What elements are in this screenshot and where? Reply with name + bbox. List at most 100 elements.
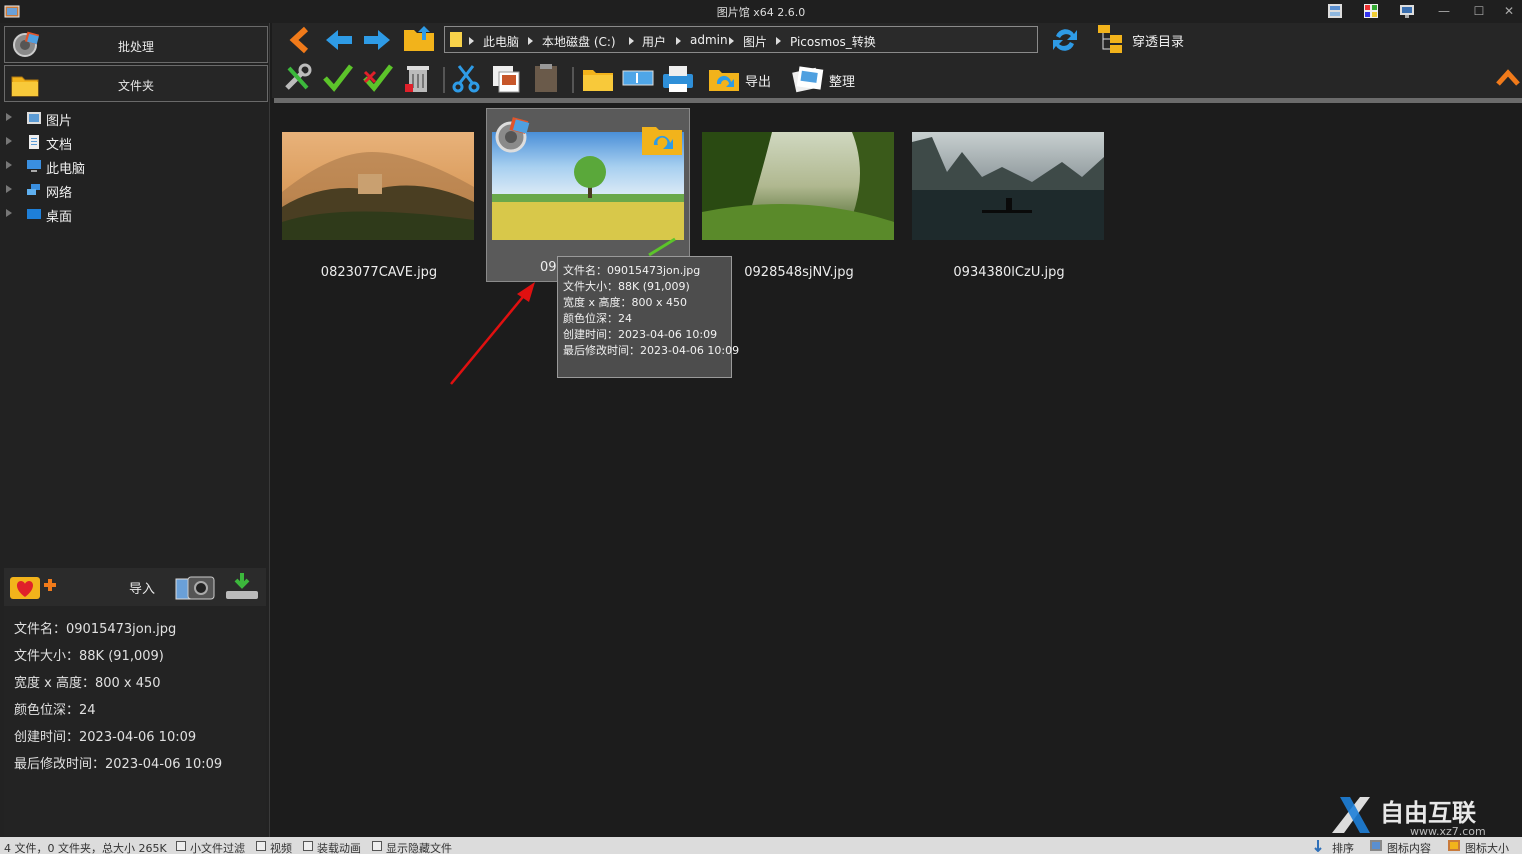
copy-icon[interactable] (489, 62, 523, 94)
breadcrumb-separator[interactable] (469, 37, 474, 45)
title-bar: 图片馆 x64 2.6.0 — ☐ ✕ (0, 0, 1522, 23)
export-icon[interactable] (707, 62, 741, 94)
breadcrumb-separator[interactable] (528, 37, 533, 45)
check-remove-icon[interactable] (361, 62, 395, 94)
tools-icon[interactable] (281, 62, 315, 94)
tree-item-label: 图片 (46, 114, 73, 129)
info-modified: 最后修改时间：2023-04-06 10:09 (14, 757, 223, 772)
file-info-panel: 文件名：09015473jon.jpg 文件大小：88K (91,009) 宽度… (4, 606, 266, 836)
tree-item-desktop[interactable]: 桌面 (6, 202, 266, 226)
expand-arrow-icon[interactable] (6, 113, 12, 121)
import-label: 导入 (129, 582, 156, 597)
palette-icon[interactable] (1362, 2, 1380, 20)
download-import-icon[interactable] (224, 571, 260, 603)
breadcrumb-separator[interactable] (676, 37, 681, 45)
video-checkbox[interactable] (256, 841, 266, 851)
folder-rotate-overlay-icon[interactable] (640, 119, 684, 157)
watermark-url: www.xz7.com (1410, 825, 1486, 837)
expand-arrow-icon[interactable] (6, 161, 12, 169)
batch-gear-overlay-icon[interactable] (491, 115, 535, 155)
info-dimensions: 宽度 x 高度：800 x 450 (14, 676, 161, 691)
small-file-filter-label[interactable]: 小文件过滤 (190, 840, 245, 854)
print-icon[interactable] (661, 62, 695, 94)
tree-item-label: 文档 (46, 138, 73, 153)
folder-button[interactable]: 文件夹 (4, 65, 268, 102)
thumbnail-image[interactable] (702, 132, 894, 240)
tree-item-documents[interactable]: 文档 (6, 130, 266, 154)
tooltip-filename: 文件名：09015473jon.jpg (563, 264, 701, 277)
breadcrumb-this-pc[interactable]: 此电脑 (483, 33, 519, 50)
forward-arrow-icon[interactable] (360, 24, 394, 56)
tooltip-color-depth: 颜色位深：24 (563, 312, 632, 325)
thumbnail-filename: 0823077CAVE.jpg (320, 265, 438, 280)
breadcrumb-separator[interactable] (629, 37, 634, 45)
batch-process-button[interactable]: 批处理 (4, 26, 268, 63)
thumbnail-filename: 0934380lCzU.jpg (953, 265, 1065, 280)
back-orange-icon[interactable] (284, 24, 318, 56)
view-mode-icon[interactable] (1326, 2, 1344, 20)
import-bar: 导入 (4, 568, 266, 606)
info-filename: 文件名：09015473jon.jpg (14, 622, 177, 637)
new-folder-icon[interactable] (581, 62, 615, 94)
breadcrumb-local-disk[interactable]: 本地磁盘 (C:) (542, 33, 616, 50)
tree-item-this-pc[interactable]: 此电脑 (6, 154, 266, 178)
export-label[interactable]: 导出 (745, 71, 771, 90)
paste-icon[interactable] (529, 62, 563, 94)
sort-label[interactable]: 排序 (1332, 840, 1354, 854)
load-animation-label[interactable]: 装载动画 (317, 840, 361, 854)
thumbnail-image[interactable] (282, 132, 474, 240)
breadcrumb-pictures[interactable]: 图片 (743, 33, 767, 50)
tree-item-label: 桌面 (46, 210, 73, 225)
maximize-button[interactable]: ☐ (1465, 3, 1493, 20)
icon-content-icon[interactable] (1369, 839, 1383, 852)
camera-import-icon[interactable] (174, 571, 220, 603)
computer-icon (27, 160, 41, 172)
icon-content-label[interactable]: 图标内容 (1387, 840, 1431, 854)
status-bar: 4 文件，0 文件夹，总大小 265K 小文件过滤 视频 装载动画 显示隐藏文件… (0, 837, 1522, 854)
collapse-up-icon[interactable] (1494, 64, 1522, 92)
video-label[interactable]: 视频 (270, 840, 292, 854)
tree-folders-icon[interactable] (1094, 22, 1128, 54)
expand-arrow-icon[interactable] (6, 185, 12, 193)
check-icon[interactable] (321, 62, 355, 94)
through-dir-label[interactable]: 穿透目录 (1132, 31, 1184, 50)
tree-item-pictures[interactable]: 图片 (6, 106, 266, 130)
expand-arrow-icon[interactable] (6, 137, 12, 145)
watermark-text: 自由互联 (1380, 799, 1476, 827)
organize-label[interactable]: 整理 (829, 71, 855, 90)
pictures-icon (27, 112, 41, 124)
minimize-button[interactable]: — (1430, 3, 1458, 20)
icon-size-icon[interactable] (1447, 839, 1461, 852)
icon-size-label[interactable]: 图标大小 (1465, 840, 1509, 854)
show-hidden-checkbox[interactable] (372, 841, 382, 851)
window-title: 图片馆 x64 2.6.0 (716, 6, 806, 19)
thumbnail-image[interactable] (912, 132, 1104, 240)
rename-icon[interactable] (621, 62, 655, 94)
thumbnail-item[interactable]: 0928548sjNV.jpg (702, 108, 896, 280)
breadcrumb-separator[interactable] (729, 37, 734, 45)
thumbnail-item[interactable]: 0823077CAVE.jpg (282, 108, 476, 280)
cut-icon[interactable] (449, 62, 483, 94)
trash-icon[interactable] (401, 62, 435, 94)
monitor-icon[interactable] (1398, 2, 1416, 20)
show-hidden-label[interactable]: 显示隐藏文件 (386, 840, 452, 854)
breadcrumb-picosmos[interactable]: Picosmos_转换 (790, 33, 876, 50)
refresh-icon[interactable] (1048, 24, 1082, 56)
sort-icon[interactable] (1314, 839, 1328, 852)
breadcrumb-admin[interactable]: admin (690, 33, 728, 47)
close-button[interactable]: ✕ (1495, 3, 1522, 20)
breadcrumb-separator[interactable] (776, 37, 781, 45)
small-file-filter-checkbox[interactable] (176, 841, 186, 851)
load-animation-checkbox[interactable] (303, 841, 313, 851)
address-bar[interactable]: 此电脑 本地磁盘 (C:) 用户 admin 图片 Picosmos_转换 (444, 26, 1038, 53)
thumbnail-item[interactable]: 0934380lCzU.jpg (912, 108, 1106, 280)
back-arrow-icon[interactable] (322, 24, 356, 56)
tree-item-network[interactable]: 网络 (6, 178, 266, 202)
add-favorite-icon[interactable] (8, 571, 58, 603)
expand-arrow-icon[interactable] (6, 209, 12, 217)
up-folder-icon[interactable] (402, 22, 436, 54)
info-color-depth: 颜色位深：24 (14, 703, 96, 718)
breadcrumb-users[interactable]: 用户 (642, 33, 666, 50)
toolbar-divider (572, 67, 574, 93)
organize-icon[interactable] (790, 62, 824, 94)
